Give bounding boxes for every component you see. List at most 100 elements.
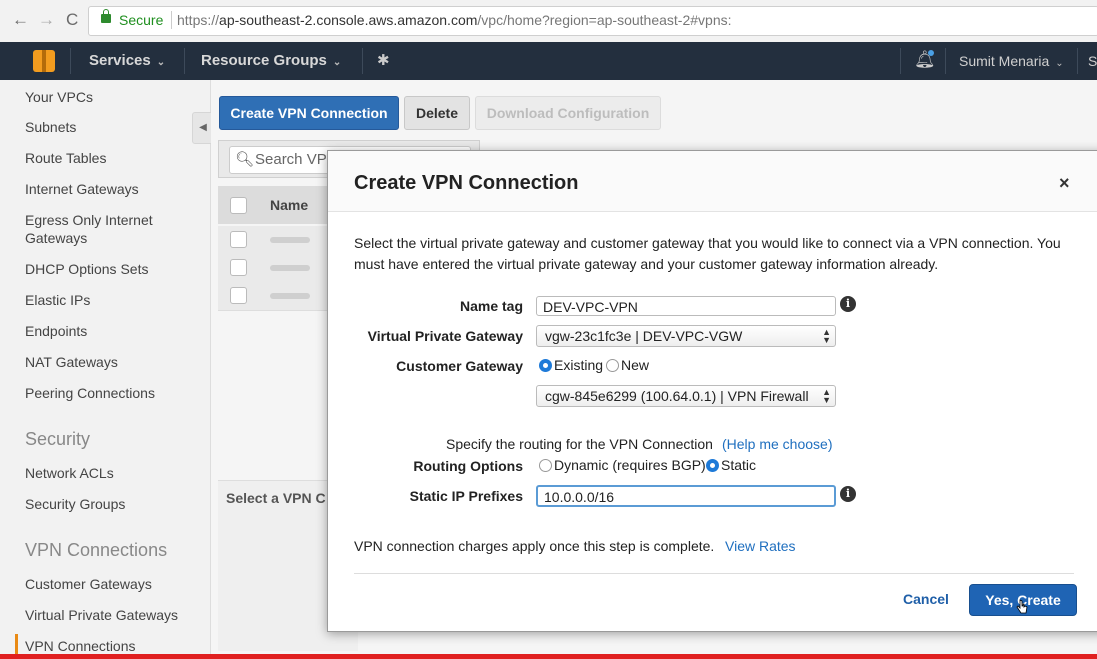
static-ip-prefixes-label: Static IP Prefixes	[409, 488, 523, 504]
row-checkbox[interactable]	[230, 259, 247, 276]
sidebar-item-virtual-private-gateways[interactable]: Virtual Private Gateways	[25, 606, 178, 624]
resource-groups-menu[interactable]: Resource Groups ⌄	[201, 52, 341, 69]
sidebar-item-elastic-ips[interactable]: Elastic IPs	[25, 291, 90, 309]
url-separator	[171, 11, 172, 29]
info-icon[interactable]: i	[840, 296, 856, 312]
create-vpn-connection-dialog: Create VPN Connection × Select the virtu…	[327, 150, 1097, 632]
user-menu[interactable]: Sumit Menaria ⌄	[959, 53, 1064, 69]
static-ip-prefixes-input[interactable]: 10.0.0.0/16	[536, 485, 836, 507]
resource-groups-label: Resource Groups	[201, 52, 327, 69]
nav-divider	[900, 48, 901, 74]
row-checkbox[interactable]	[230, 287, 247, 304]
chevron-down-icon: ⌄	[332, 57, 342, 68]
column-header-name[interactable]: Name	[270, 197, 308, 213]
url-scheme: https://	[177, 12, 220, 28]
routing-hint: Specify the routing for the VPN Connecti…	[446, 436, 713, 452]
virtual-private-gateway-value: vgw-23c1fc3e | DEV-VPC-VGW	[545, 328, 743, 344]
forward-icon[interactable]: →	[38, 10, 55, 30]
sidebar-header-vpn-connections: VPN Connections	[25, 540, 168, 560]
customer-gateway-new-radio[interactable]	[606, 359, 619, 372]
sidebar-item-peering-connections[interactable]: Peering Connections	[25, 384, 155, 402]
dialog-footer-divider	[354, 573, 1074, 574]
create-vpn-connection-button[interactable]: Create VPN Connection	[219, 96, 399, 130]
customer-gateway-label: Customer Gateway	[396, 358, 523, 374]
sidebar-item-internet-gateways[interactable]: Internet Gateways	[25, 180, 139, 198]
cursor-icon	[1016, 599, 1028, 614]
secure-label: Secure	[119, 12, 164, 28]
nav-divider	[70, 48, 71, 74]
nav-divider	[1077, 48, 1078, 74]
services-label: Services	[89, 52, 151, 69]
search-placeholder: Search VP	[255, 151, 327, 168]
select-vpn-hint: Select a VPN C	[226, 490, 326, 506]
nav-divider	[945, 48, 946, 74]
customer-gateway-select[interactable]: cgw-845e6299 (100.64.0.1) | VPN Firewall…	[536, 385, 836, 407]
sidebar-item-egress-only-internet-gateways[interactable]: Egress Only Internet Gateways	[25, 211, 175, 247]
sidebar: Your VPCs Subnets Route Tables Internet …	[0, 80, 211, 659]
info-icon[interactable]: i	[840, 486, 856, 502]
customer-gateway-new-label[interactable]: New	[621, 357, 649, 373]
view-rates-link[interactable]: View Rates	[725, 538, 796, 554]
aws-logo[interactable]	[33, 50, 55, 72]
services-menu[interactable]: Services ⌄	[89, 52, 165, 69]
aws-top-nav: Services ⌄ Resource Groups ⌄ ✱ 🔔︎ Sumit Me…	[0, 42, 1097, 80]
sidebar-item-security-groups[interactable]: Security Groups	[25, 495, 125, 513]
pin-icon[interactable]: ✱	[377, 51, 390, 69]
name-tag-input[interactable]: DEV-VPC-VPN	[536, 296, 836, 316]
row-checkbox[interactable]	[230, 231, 247, 248]
sidebar-item-network-acls[interactable]: Network ACLs	[25, 464, 114, 482]
sidebar-item-your-vpcs[interactable]: Your VPCs	[25, 88, 93, 106]
routing-static-label[interactable]: Static	[721, 457, 756, 473]
row-name-redacted	[270, 237, 310, 243]
sidebar-item-subnets[interactable]: Subnets	[25, 118, 76, 136]
customer-gateway-existing-label[interactable]: Existing	[554, 357, 603, 373]
select-all-checkbox[interactable]	[230, 197, 247, 214]
address-bar[interactable]: Secure https://ap-southeast-2.console.aw…	[88, 6, 1097, 36]
sidebar-item-nat-gateways[interactable]: NAT Gateways	[25, 353, 118, 371]
download-configuration-button: Download Configuration	[475, 96, 661, 130]
charges-text: VPN connection charges apply once this s…	[354, 538, 715, 554]
user-name: Sumit Menaria	[959, 53, 1050, 69]
routing-static-radio[interactable]	[706, 459, 719, 472]
chevron-down-icon: ⌄	[1055, 58, 1064, 69]
dialog-description: Select the virtual private gateway and c…	[354, 235, 1061, 272]
help-me-choose-link[interactable]: (Help me choose)	[722, 436, 833, 452]
routing-dynamic-radio[interactable]	[539, 459, 552, 472]
virtual-private-gateway-label: Virtual Private Gateway	[367, 328, 523, 344]
bell-icon[interactable]: 🔔︎	[914, 50, 936, 70]
browser-bar: ← → C Secure https://ap-southeast-2.cons…	[0, 0, 1097, 43]
row-name-redacted	[270, 293, 310, 299]
customer-gateway-value: cgw-845e6299 (100.64.0.1) | VPN Firewall	[545, 388, 809, 404]
chevron-down-icon: ⌄	[156, 57, 166, 68]
lock-icon	[101, 9, 111, 23]
nav-divider	[184, 48, 185, 74]
sidebar-item-customer-gateways[interactable]: Customer Gateways	[25, 575, 152, 593]
sidebar-item-dhcp-options-sets[interactable]: DHCP Options Sets	[25, 260, 148, 278]
sidebar-item-vpn-connections[interactable]: VPN Connections	[25, 637, 136, 655]
search-icon: 🔍︎	[235, 151, 255, 168]
region-menu[interactable]: S	[1088, 53, 1097, 69]
routing-options-label: Routing Options	[413, 458, 523, 474]
close-icon[interactable]: ×	[1059, 173, 1070, 194]
select-arrows-icon: ▲ ▼	[822, 387, 831, 405]
select-arrows-icon: ▲ ▼	[822, 327, 831, 345]
customer-gateway-existing-radio[interactable]	[539, 359, 552, 372]
sidebar-header-security: Security	[25, 429, 91, 449]
url-text: https://ap-southeast-2.console.aws.amazo…	[177, 12, 732, 28]
dialog-title: Create VPN Connection	[354, 172, 579, 194]
url-path: /vpc/home?region=ap-southeast-2#vpns:	[477, 12, 732, 28]
notification-dot	[928, 50, 934, 56]
url-host: ap-southeast-2.console.aws.amazon.com	[219, 12, 478, 28]
reload-icon[interactable]: C	[66, 10, 78, 30]
virtual-private-gateway-select[interactable]: vgw-23c1fc3e | DEV-VPC-VGW ▲ ▼	[536, 325, 836, 347]
routing-dynamic-label[interactable]: Dynamic (requires BGP)	[554, 457, 706, 473]
cancel-button[interactable]: Cancel	[903, 591, 949, 607]
dialog-header: Create VPN Connection ×	[328, 151, 1097, 212]
row-name-redacted	[270, 265, 310, 271]
video-progress-bar	[0, 654, 1097, 659]
back-icon[interactable]: ←	[12, 10, 29, 30]
nav-divider	[362, 48, 363, 74]
sidebar-item-route-tables[interactable]: Route Tables	[25, 149, 106, 167]
sidebar-item-endpoints[interactable]: Endpoints	[25, 322, 87, 340]
delete-button[interactable]: Delete	[404, 96, 470, 130]
